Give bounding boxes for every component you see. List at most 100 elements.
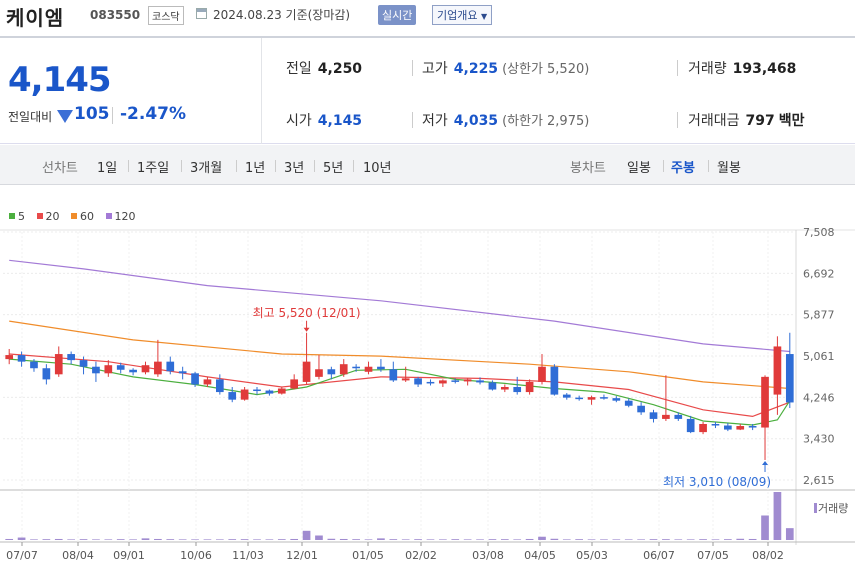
candle-body <box>352 366 360 369</box>
candle-body <box>5 355 14 360</box>
candle-body <box>761 376 769 428</box>
candle-body <box>327 369 336 375</box>
candle-body <box>116 365 125 370</box>
candle-body <box>377 366 385 370</box>
x-tick-label: 02/02 <box>405 549 437 562</box>
volume-bar <box>525 538 534 540</box>
volume-bar <box>215 539 224 540</box>
y-tick-label: 5,061 <box>803 350 835 363</box>
candle-body <box>550 366 559 395</box>
volume-bar <box>500 539 509 540</box>
volume-bar <box>637 539 645 540</box>
candle-body <box>724 425 732 430</box>
x-tick-label: 08/04 <box>62 549 94 562</box>
volume-bar <box>439 539 447 540</box>
volume-bar <box>711 539 720 540</box>
candle-body <box>538 366 546 382</box>
volume-bar <box>649 539 658 540</box>
candle-body <box>736 426 745 430</box>
volume-bar <box>476 539 484 540</box>
candle-body <box>277 388 286 394</box>
low-arrow-head <box>762 460 769 465</box>
candle-body <box>624 400 633 406</box>
candle-body <box>166 361 175 372</box>
volume-bar <box>414 539 422 540</box>
volume-bar <box>191 539 199 540</box>
ma-line-ma5 <box>9 358 791 426</box>
candle-body <box>203 379 212 385</box>
volume-bar <box>389 539 398 540</box>
volume-bar <box>575 539 584 540</box>
volume-bar <box>302 530 311 540</box>
volume-bar <box>5 538 14 540</box>
candle-body <box>290 379 299 389</box>
candle-body <box>463 379 472 382</box>
candle-body <box>773 346 782 395</box>
candle-body <box>315 369 323 377</box>
volume-bar <box>352 539 360 540</box>
x-tick-label: 11/03 <box>232 549 264 562</box>
candle-body <box>649 412 658 419</box>
candle-body <box>401 378 410 381</box>
candle-body <box>265 390 274 394</box>
volume-bar <box>562 539 571 540</box>
candle-body <box>562 394 571 398</box>
x-tick-label: 07/05 <box>697 549 729 562</box>
candle-body <box>129 369 137 373</box>
x-tick-label: 01/05 <box>352 549 384 562</box>
volume-bar <box>426 539 435 540</box>
candle-body <box>476 380 484 383</box>
candle-body <box>30 361 38 369</box>
volume-bar <box>92 539 100 540</box>
volume-legend-swatch <box>814 503 817 513</box>
volume-bar <box>699 539 707 540</box>
candle-body <box>178 371 187 374</box>
volume-bar <box>265 539 274 540</box>
stock-chart[interactable]: 7,508 6,692 5,877 5,061 4,246 3,430 2,615 07/07… <box>0 0 855 565</box>
volume-bar <box>488 539 497 540</box>
y-tick-label: 4,246 <box>803 391 835 404</box>
candle-body <box>748 426 757 428</box>
candle-body <box>439 380 447 384</box>
x-tick-label: 06/07 <box>643 549 675 562</box>
y-tick-label: 2,615 <box>803 474 835 487</box>
volume-bar <box>538 536 546 540</box>
candle-body <box>364 366 373 372</box>
x-tick-label: 08/02 <box>752 549 784 562</box>
ma-line-ma20 <box>9 353 791 418</box>
volume-bar <box>364 539 373 540</box>
volume-bar <box>662 539 670 540</box>
y-tick-label: 5,877 <box>803 309 835 322</box>
candle-body <box>600 397 608 399</box>
volume-bar <box>67 539 75 540</box>
candle-body <box>17 355 26 362</box>
candle-body <box>686 418 695 433</box>
y-tick-label: 6,692 <box>803 267 835 280</box>
candle-body <box>339 364 348 375</box>
volume-bar <box>240 539 249 540</box>
candle-body <box>637 405 645 413</box>
candle-body <box>79 360 88 367</box>
volume-bar <box>550 538 559 540</box>
x-tick-label: 07/07 <box>6 549 38 562</box>
volume-bar <box>154 538 162 540</box>
volume-bar <box>79 539 88 540</box>
x-tick-label: 12/01 <box>286 549 318 562</box>
volume-bar <box>674 539 683 540</box>
volume-bar <box>736 538 745 540</box>
volume-bar <box>339 538 348 540</box>
candle-body <box>253 389 261 392</box>
candle-body <box>104 365 113 374</box>
volume-label: 거래량 <box>818 502 848 515</box>
candle-body <box>67 354 75 361</box>
candle-body <box>513 386 522 393</box>
high-arrow-head <box>303 327 310 332</box>
candle-body <box>389 369 398 381</box>
volume-bar <box>748 538 757 540</box>
high-annotation: 최고 5,520 (12/01) <box>253 306 361 320</box>
y-tick-label: 3,430 <box>803 433 835 446</box>
volume-bar <box>377 538 385 540</box>
candle-body <box>451 380 460 382</box>
candle-body <box>662 414 670 419</box>
candle-body <box>302 361 311 382</box>
